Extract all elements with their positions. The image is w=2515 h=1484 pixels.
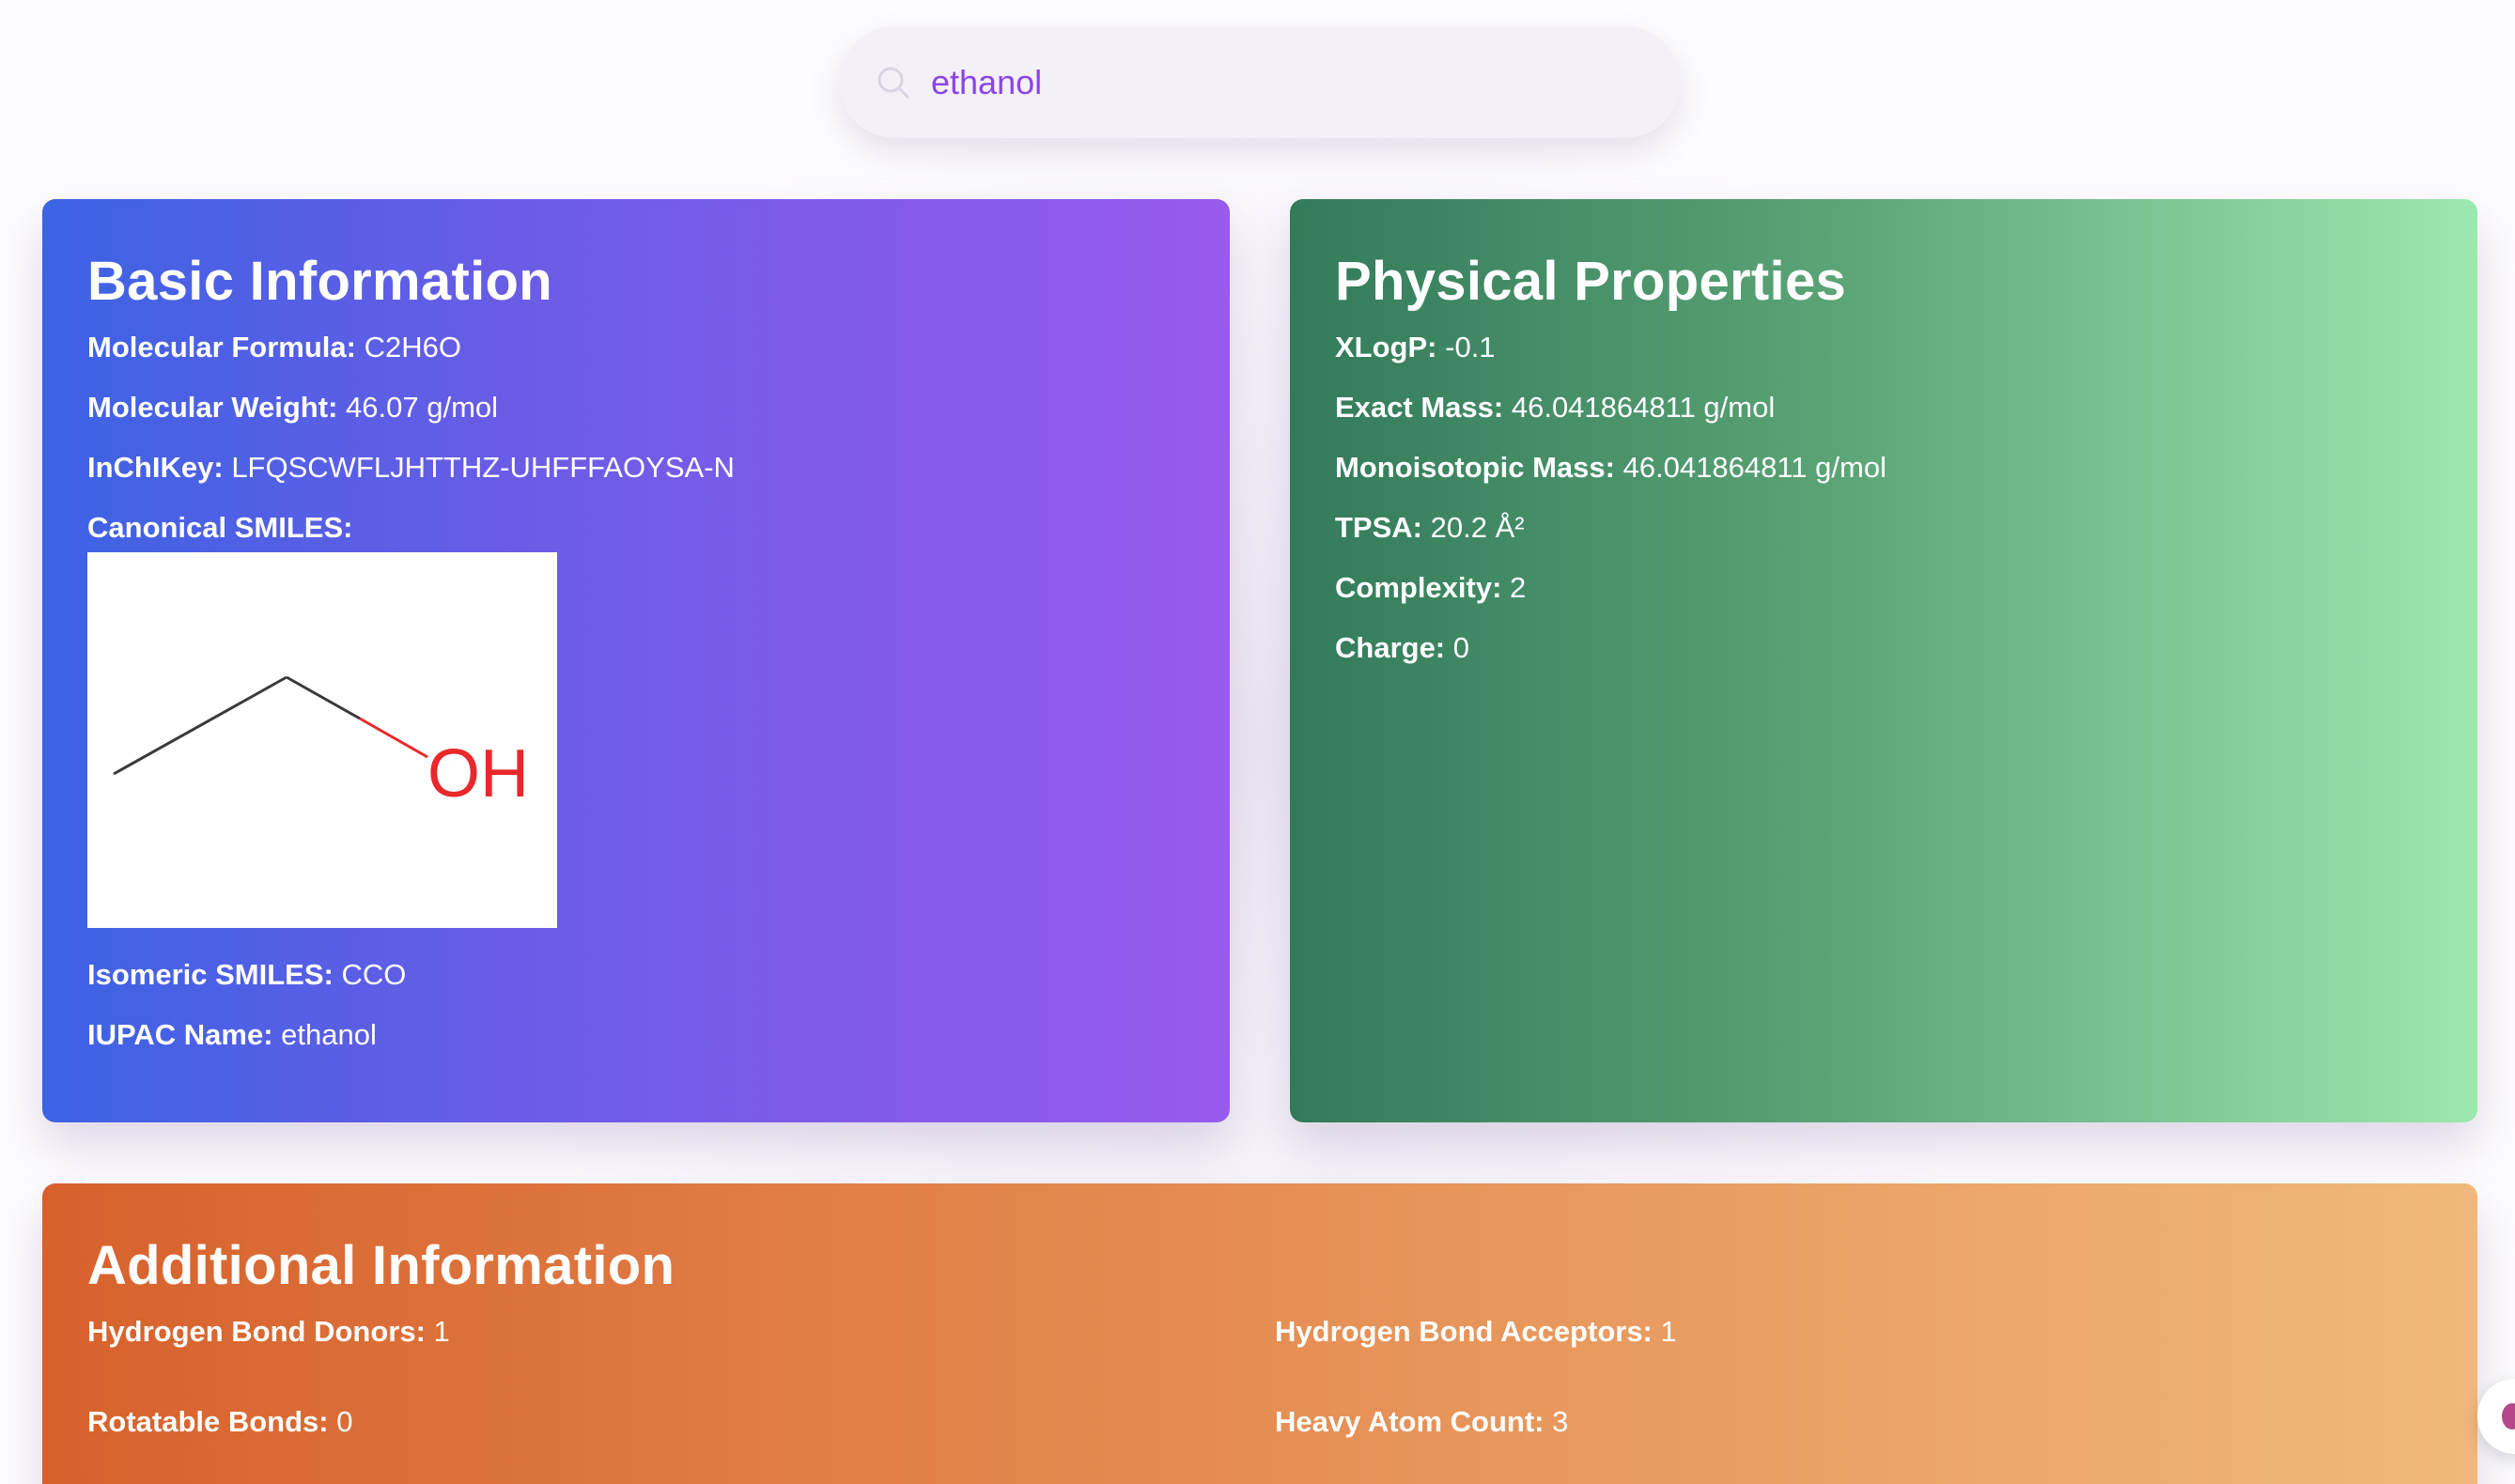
monoisotopic-mass-row: Monoisotopic Mass: 46.041864811 g/mol (1335, 449, 2477, 487)
additional-information-card: Additional Information Hydrogen Bond Don… (42, 1183, 2477, 1484)
charge-row: Charge: 0 (1335, 629, 2477, 667)
hydrogen-bond-acceptors-label: Hydrogen Bond Acceptors: (1275, 1315, 1653, 1348)
molecular-weight-value: 46.07 g/mol (346, 391, 499, 424)
hydrogen-bond-acceptors-value: 1 (1660, 1315, 1677, 1348)
basic-information-title: Basic Information (87, 251, 552, 312)
monoisotopic-mass-label: Monoisotopic Mass: (1335, 451, 1615, 484)
molecular-formula-row: Molecular Formula: C2H6O (87, 329, 1230, 366)
heavy-atom-count-value: 3 (1552, 1405, 1569, 1438)
hydrogen-bond-donors-value: 1 (433, 1315, 450, 1348)
heavy-atom-count-label: Heavy Atom Count: (1275, 1405, 1545, 1438)
molecular-formula-value: C2H6O (364, 331, 461, 363)
iupac-name-value: ethanol (281, 1018, 377, 1051)
tpsa-label: TPSA: (1335, 511, 1422, 544)
additional-information-title: Additional Information (87, 1235, 675, 1296)
complexity-label: Complexity: (1335, 571, 1502, 604)
tpsa-value: 20.2 Å² (1430, 511, 1525, 544)
iupac-name-label: IUPAC Name: (87, 1018, 273, 1051)
basic-information-card: Basic Information Molecular Formula: C2H… (42, 199, 1230, 1122)
exact-mass-row: Exact Mass: 46.041864811 g/mol (1335, 389, 2477, 426)
charge-value: 0 (1452, 631, 1470, 664)
complexity-row: Complexity: 2 (1335, 569, 2477, 607)
isomeric-smiles-value: CCO (341, 958, 407, 991)
physical-properties-card: Physical Properties XLogP: -0.1 Exact Ma… (1290, 199, 2477, 1122)
molecular-formula-label: Molecular Formula: (87, 331, 356, 363)
molecular-weight-label: Molecular Weight: (87, 391, 338, 424)
exact-mass-label: Exact Mass: (1335, 391, 1504, 424)
rotatable-bonds-row: Rotatable Bonds: 0 (87, 1403, 353, 1441)
inchikey-value: LFQSCWFLJHTTHZ-UHFFFAOYSA-N (231, 451, 735, 484)
search-input[interactable] (931, 62, 1645, 102)
xlogp-value: -0.1 (1445, 331, 1496, 363)
molecule-structure-image: OH (87, 552, 557, 928)
inchikey-label: InChIKey: (87, 451, 224, 484)
iupac-name-row: IUPAC Name: ethanol (87, 1016, 1230, 1054)
xlogp-row: XLogP: -0.1 (1335, 329, 2477, 366)
isomeric-smiles-label: Isomeric SMILES: (87, 958, 334, 991)
xlogp-label: XLogP: (1335, 331, 1437, 363)
tpsa-row: TPSA: 20.2 Å² (1335, 509, 2477, 547)
heavy-atom-count-row: Heavy Atom Count: 3 (1275, 1403, 1568, 1441)
physical-properties-title: Physical Properties (1335, 251, 1847, 312)
canonical-smiles-row: Canonical SMILES: (87, 509, 1230, 547)
structure-oh-label: OH (427, 736, 529, 812)
assistant-avatar-icon (2502, 1403, 2515, 1430)
hydrogen-bond-donors-label: Hydrogen Bond Donors: (87, 1315, 426, 1348)
isomeric-smiles-row: Isomeric SMILES: CCO (87, 956, 1230, 994)
canonical-smiles-label: Canonical SMILES: (87, 511, 353, 544)
rotatable-bonds-label: Rotatable Bonds: (87, 1405, 329, 1438)
hydrogen-bond-donors-row: Hydrogen Bond Donors: 1 (87, 1313, 450, 1351)
exact-mass-value: 46.041864811 g/mol (1511, 391, 1776, 424)
assistant-bubble-button[interactable] (2477, 1379, 2515, 1454)
inchikey-row: InChIKey: LFQSCWFLJHTTHZ-UHFFFAOYSA-N (87, 449, 1230, 487)
search-icon (873, 62, 914, 103)
charge-label: Charge: (1335, 631, 1446, 664)
molecular-weight-row: Molecular Weight: 46.07 g/mol (87, 389, 1230, 426)
search-bar[interactable] (839, 26, 1681, 138)
complexity-value: 2 (1510, 571, 1527, 604)
hydrogen-bond-acceptors-row: Hydrogen Bond Acceptors: 1 (1275, 1313, 1677, 1351)
monoisotopic-mass-value: 46.041864811 g/mol (1622, 451, 1886, 484)
rotatable-bonds-value: 0 (336, 1405, 353, 1438)
